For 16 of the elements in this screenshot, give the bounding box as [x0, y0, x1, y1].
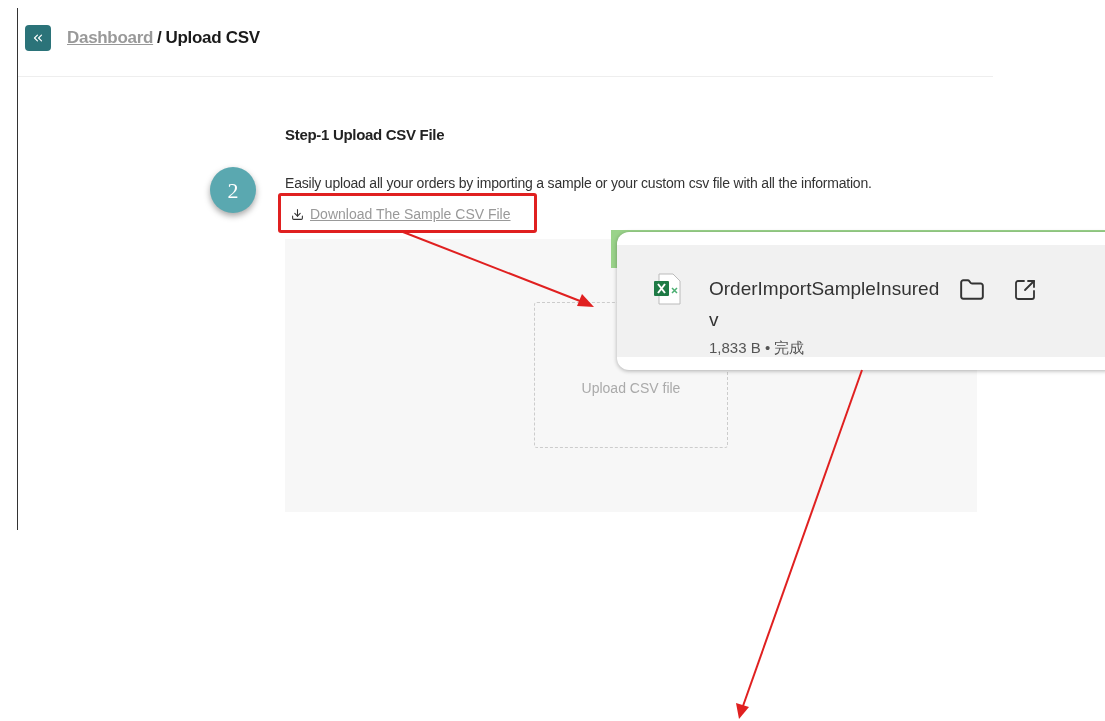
spreadsheet-file-icon [653, 273, 683, 305]
step-number-badge: 2 [210, 167, 256, 213]
download-sample-link[interactable]: Download The Sample CSV File [291, 203, 511, 225]
collapse-button[interactable] [25, 25, 51, 51]
upload-label: Upload CSV file [581, 379, 681, 398]
download-filename: v [709, 308, 720, 332]
download-filename: OrderImportSampleInsured [709, 277, 940, 301]
breadcrumb-link[interactable]: Dashboard [67, 25, 154, 51]
step-title: Step-1 Upload CSV File [285, 125, 446, 145]
folder-icon[interactable] [959, 277, 986, 303]
double-chevron-icon [31, 31, 45, 45]
download-icon [291, 207, 304, 221]
page-title: Upload CSV [165, 27, 260, 50]
breadcrumb-separator: / [157, 27, 162, 50]
step-description: Easily upload all your orders by importing a sample or your custom csv file with all the information. [285, 173, 873, 193]
external-link-icon[interactable] [1013, 278, 1038, 302]
